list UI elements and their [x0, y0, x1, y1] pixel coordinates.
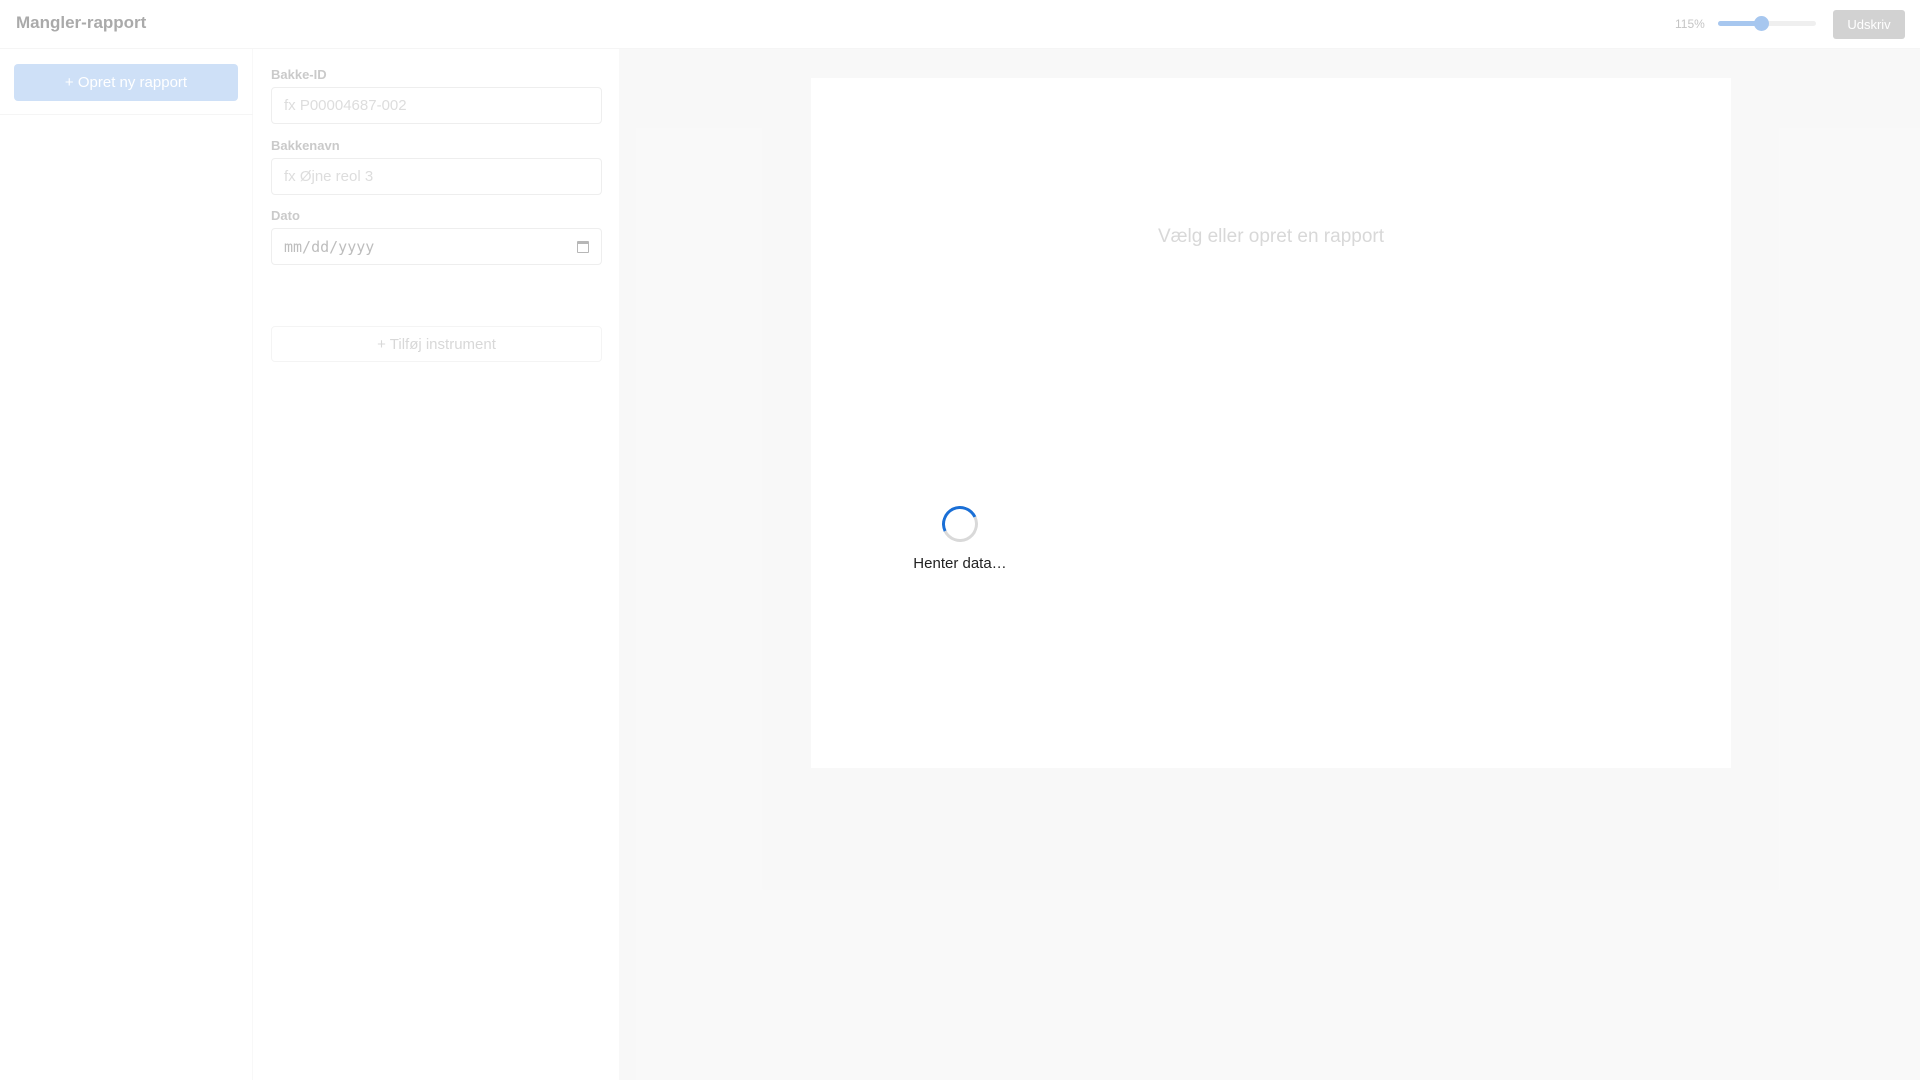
tray-name-input[interactable]: fx Øjne reol 3 — [271, 158, 602, 195]
loading-indicator: Henter data… — [900, 486, 1020, 596]
date-label: Dato — [271, 208, 300, 223]
preview-empty-message: Vælg eller opret en rapport — [1157, 226, 1384, 247]
print-button[interactable]: Udskriv — [1833, 10, 1905, 39]
top-bar: Mangler-rapport 115% Udskriv — [0, 0, 1920, 49]
zoom-slider[interactable] — [1718, 16, 1816, 31]
loading-text: Henter data… — [913, 555, 1007, 572]
tray-name-label: Bakkenavn — [271, 138, 340, 153]
report-preview-area: Vælg eller opret en rapport — [620, 49, 1920, 1080]
calendar-icon[interactable] — [577, 241, 589, 253]
tray-id-label: Bakke-ID — [271, 67, 327, 82]
report-editor: Bakke-ID fx P00004687-002 Bakkenavn fx Ø… — [253, 49, 620, 1080]
date-input[interactable]: mm/dd/yyyy — [271, 228, 602, 265]
preview-page: Vælg eller opret en rapport — [811, 78, 1731, 768]
tray-id-input[interactable]: fx P00004687-002 — [271, 87, 602, 124]
date-input-placeholder: mm/dd/yyyy — [284, 237, 375, 256]
zoom-level-label: 115% — [1675, 17, 1705, 31]
app-title: Mangler-rapport — [16, 13, 147, 32]
loading-spinner-icon — [936, 500, 984, 548]
sidebar-header: + Opret ny rapport — [0, 49, 253, 115]
zoom-slider-thumb[interactable] — [1754, 16, 1769, 31]
add-instrument-button[interactable]: + Tilføj instrument — [271, 326, 602, 362]
report-sidebar: + Opret ny rapport — [0, 49, 253, 1080]
new-report-button[interactable]: + Opret ny rapport — [14, 64, 238, 101]
